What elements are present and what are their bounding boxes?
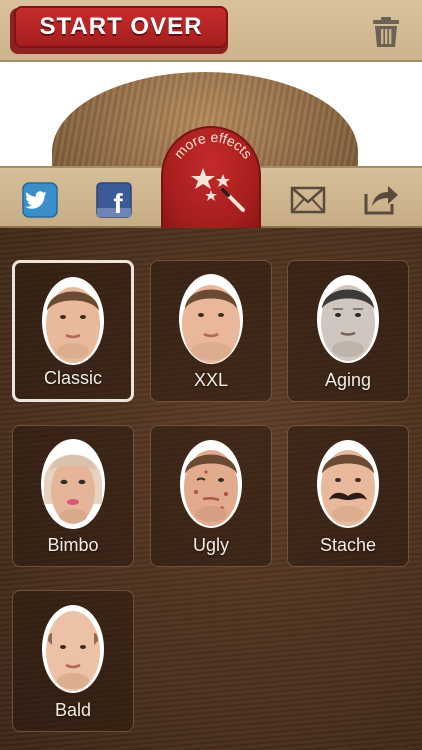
- face-thumbnail: [317, 440, 379, 528]
- more-effects-button[interactable]: more effects: [161, 126, 261, 230]
- effect-label: Bald: [54, 700, 92, 720]
- effect-tile-bimbo[interactable]: Bimbo: [12, 425, 134, 567]
- trash-icon[interactable]: [372, 16, 400, 48]
- effect-tile-stache[interactable]: Stache: [287, 425, 409, 567]
- face-thumbnail: [317, 275, 379, 363]
- effect-label: Stache: [319, 535, 377, 555]
- effect-label: Classic: [43, 368, 102, 388]
- mail-icon[interactable]: [290, 186, 326, 214]
- facebook-icon[interactable]: f: [96, 182, 132, 218]
- effect-label: XXL: [193, 370, 229, 390]
- face-thumbnail: [179, 274, 243, 364]
- twitter-icon[interactable]: [22, 182, 58, 218]
- face-thumbnail: [180, 440, 242, 528]
- effect-tile-classic[interactable]: Classic: [12, 260, 134, 402]
- svg-text:f: f: [113, 188, 123, 218]
- face-thumbnail: [42, 605, 104, 693]
- top-bar: START OVER: [0, 0, 422, 62]
- face-thumbnail: [42, 277, 104, 365]
- start-over-button[interactable]: START OVER: [14, 6, 228, 48]
- share-export-icon[interactable]: [362, 180, 400, 216]
- effect-label: Ugly: [192, 535, 229, 555]
- effect-label: Aging: [324, 370, 372, 390]
- face-thumbnail: [41, 439, 105, 529]
- effect-label: Bimbo: [47, 535, 99, 555]
- svg-text:more effects: more effects: [171, 129, 256, 162]
- effect-tile-bald[interactable]: Bald: [12, 590, 134, 732]
- effect-tile-xxl[interactable]: XXL: [150, 260, 272, 402]
- magic-wand-icon: more effects: [171, 129, 256, 212]
- effect-tile-ugly[interactable]: Ugly: [150, 425, 272, 567]
- effect-tile-aging[interactable]: Aging: [287, 260, 409, 402]
- effects-grid: Classic XXL Aging Bimbo Ugly Stache Bald: [0, 228, 422, 750]
